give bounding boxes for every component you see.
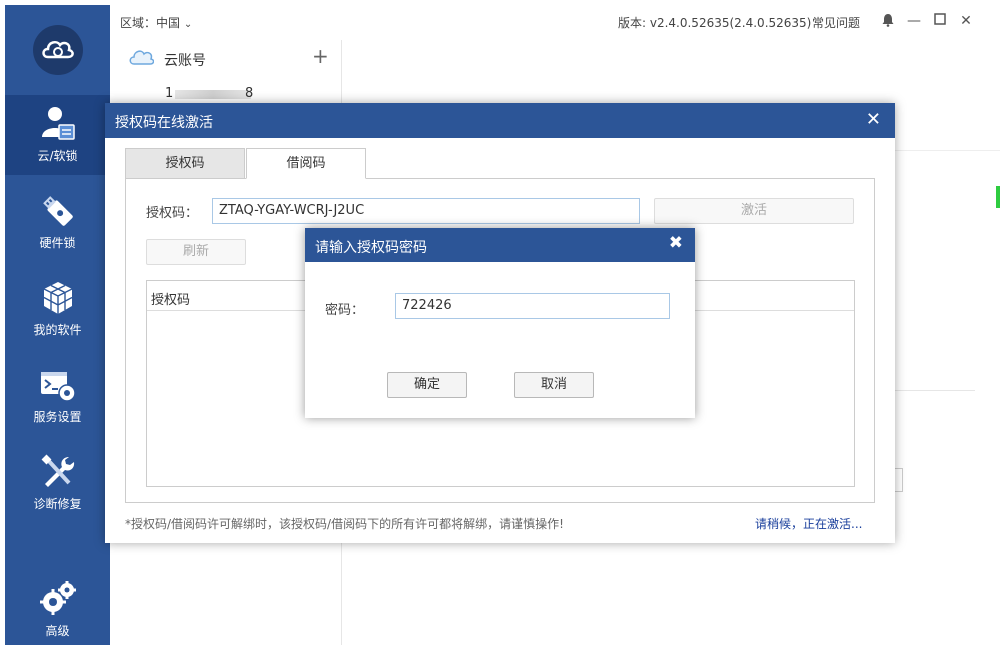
sidebar: 云/软锁 硬件锁 我的软件 服务设置 诊断修复 高级 (5, 5, 110, 645)
sidebar-item-label: 高级 (45, 624, 70, 638)
dialog-title: 授权码在线激活 (115, 115, 213, 131)
close-window-icon[interactable]: ✕ (958, 13, 974, 29)
add-account-button[interactable]: + (312, 44, 329, 68)
account-id-start: 1 (165, 86, 174, 101)
gears-icon (39, 580, 77, 618)
sidebar-item-label: 云/软锁 (37, 149, 78, 163)
code-label: 授权码： (146, 206, 199, 221)
sidebar-item-advanced[interactable]: 高级 (5, 570, 110, 650)
dialog-header: 请输入授权码密码 ✖ (305, 228, 695, 262)
app-window: 云/软锁 硬件锁 我的软件 服务设置 诊断修复 高级 区域：中国 ⌄ 版本: v… (0, 0, 1000, 650)
status-indicator (996, 186, 1000, 208)
account-id-row[interactable]: 1 8 (165, 84, 295, 104)
maximize-icon[interactable] (932, 13, 948, 29)
bell-icon[interactable] (880, 13, 896, 29)
activation-status: 请稍候，正在激活... (755, 517, 863, 531)
password-dialog: 请输入授权码密码 ✖ 密码： 722426 确定 取消 (305, 228, 695, 418)
license-code-input[interactable]: ZTAQ-YGAY-WCRJ-J2UC (212, 198, 640, 224)
title-bar: 区域：中国 ⌄ 版本: v2.4.0.52635(2.4.0.52635) 常见… (110, 5, 1000, 41)
sidebar-item-hardware-lock[interactable]: 硬件锁 (5, 182, 110, 262)
sidebar-item-label: 诊断修复 (33, 497, 82, 511)
password-label: 密码： (325, 303, 365, 318)
cloud-icon (128, 47, 155, 71)
sidebar-item-label: 我的软件 (33, 323, 82, 337)
ok-button[interactable]: 确定 (387, 372, 467, 398)
app-logo (33, 25, 83, 75)
activate-button[interactable]: 激活 (654, 198, 854, 224)
sidebar-item-cloud-lock[interactable]: 云/软锁 (5, 95, 110, 175)
tab-borrow-code[interactable]: 借阅码 (246, 148, 366, 179)
cubes-icon (39, 279, 77, 317)
sidebar-item-my-software[interactable]: 我的软件 (5, 269, 110, 349)
sidebar-item-service-settings[interactable]: 服务设置 (5, 356, 110, 436)
sidebar-item-label: 硬件锁 (39, 236, 76, 250)
account-id-end: 8 (245, 86, 254, 101)
terminal-gear-icon (39, 366, 77, 404)
minimize-icon[interactable]: — (906, 13, 922, 29)
sidebar-item-diagnose-repair[interactable]: 诊断修复 (5, 443, 110, 523)
close-icon[interactable]: ✖ (669, 233, 683, 253)
redacted-block (175, 90, 251, 99)
divider (895, 150, 1000, 158)
unbind-warning: *授权码/借阅码许可解绑时，该授权码/借阅码下的所有许可都将解绑，请谨慎操作! (125, 517, 564, 531)
version-label: 版本: v2.4.0.52635(2.4.0.52635) (618, 16, 812, 30)
user-card-icon (39, 105, 77, 143)
region-label: 区域：中国 (120, 16, 181, 30)
wrench-screwdriver-icon (39, 453, 77, 491)
region-selector[interactable]: 区域：中国 ⌄ (120, 14, 192, 31)
dialog-title: 请输入授权码密码 (315, 240, 427, 256)
sidebar-item-label: 服务设置 (33, 410, 82, 424)
chevron-down-icon: ⌄ (183, 19, 193, 30)
cancel-button[interactable]: 取消 (514, 372, 594, 398)
list-header-license-code: 授权码 (151, 293, 191, 308)
cloud-account-title: 云账号 (164, 53, 206, 69)
faq-link[interactable]: 常见问题 (812, 14, 860, 31)
refresh-button[interactable]: 刷新 (146, 239, 246, 265)
usb-key-icon (39, 192, 77, 230)
close-icon[interactable]: ✕ (866, 109, 881, 130)
dialog-header: 授权码在线激活 ✕ (105, 103, 895, 138)
tab-license-code[interactable]: 授权码 (125, 148, 245, 179)
password-input[interactable]: 722426 (395, 293, 670, 319)
hidden-button-edge (895, 468, 903, 492)
